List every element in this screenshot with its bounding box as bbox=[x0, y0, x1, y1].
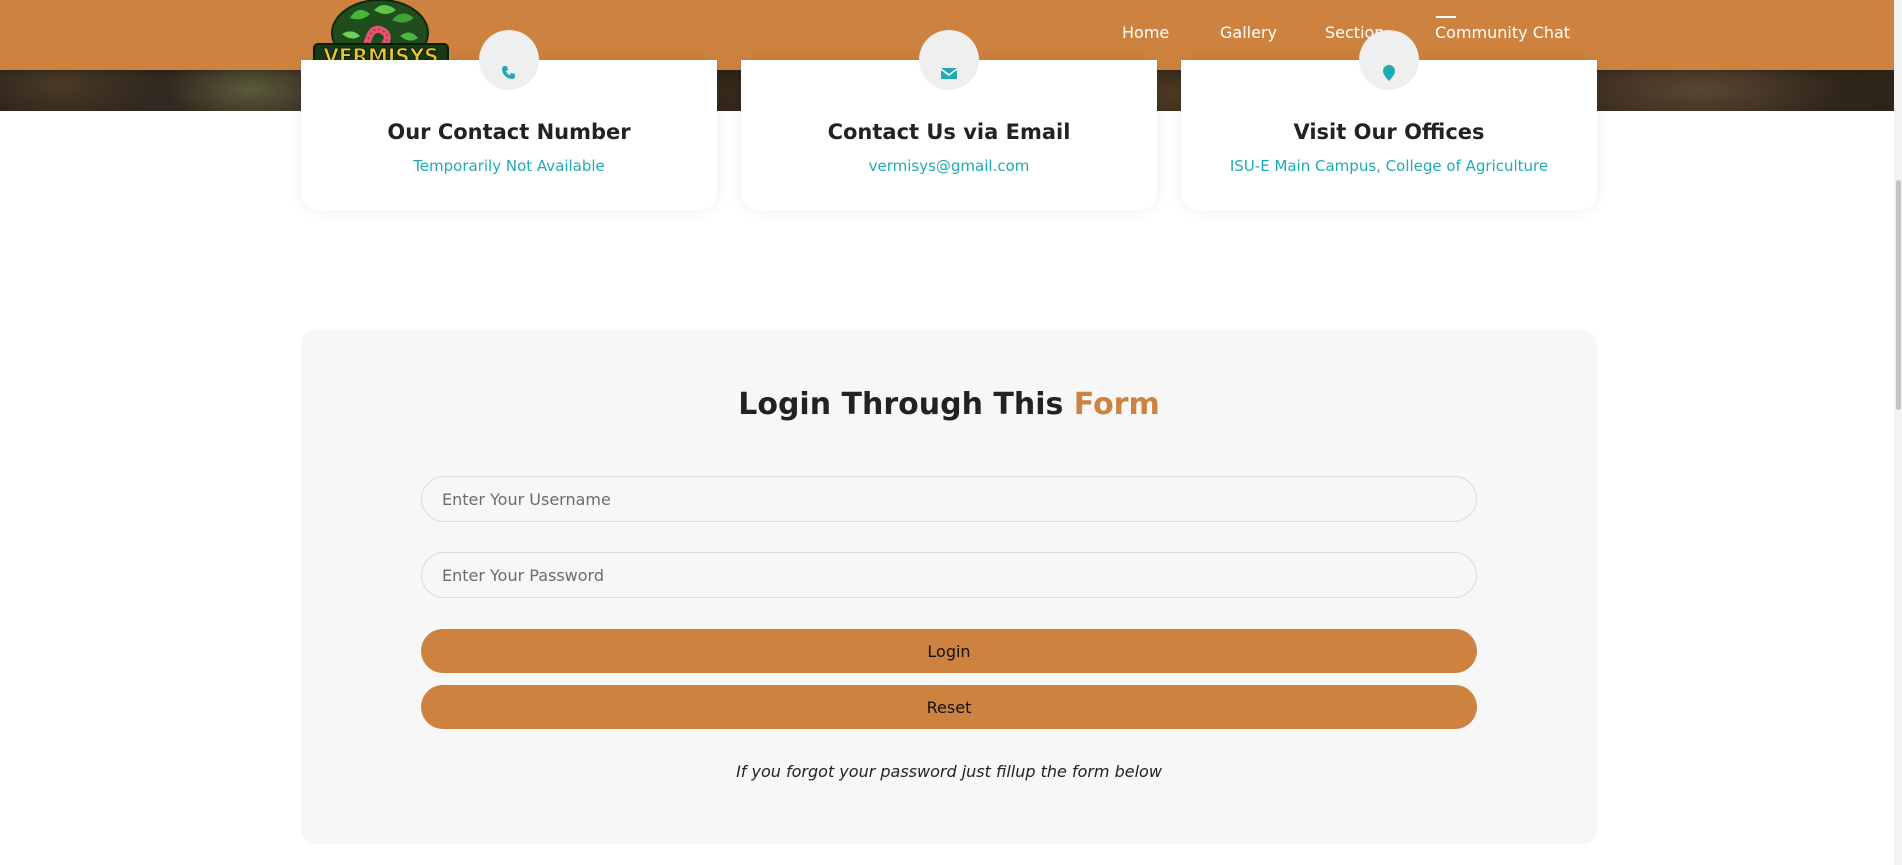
nav-gallery-link[interactable]: Gallery bbox=[1220, 23, 1277, 42]
page-scrollbar[interactable] bbox=[1894, 0, 1902, 865]
card-title: Visit Our Offices bbox=[1293, 120, 1485, 144]
password-input[interactable] bbox=[421, 552, 1477, 598]
nav-home-link[interactable]: Home bbox=[1122, 23, 1169, 42]
title-main: Login Through This bbox=[738, 387, 1064, 422]
card-text: ISU-E Main Campus, College of Agricultur… bbox=[1229, 157, 1549, 175]
envelope-icon bbox=[919, 30, 979, 90]
reset-button[interactable]: Reset bbox=[421, 685, 1477, 729]
active-nav-indicator bbox=[1436, 16, 1456, 18]
card-email-link[interactable]: vermisys@gmail.com bbox=[741, 157, 1157, 175]
contact-card-phone: Our Contact Number Temporarily Not Avail… bbox=[301, 30, 717, 210]
username-input[interactable] bbox=[421, 476, 1477, 522]
phone-icon bbox=[479, 30, 539, 90]
contact-card-office: Visit Our Offices ISU-E Main Campus, Col… bbox=[1181, 30, 1597, 210]
login-form-title: Login Through This Form bbox=[301, 387, 1597, 422]
card-text: Temporarily Not Available bbox=[413, 157, 605, 175]
map-pin-icon bbox=[1359, 30, 1419, 90]
login-form-section: Login Through This Form Login Reset If y… bbox=[301, 330, 1597, 844]
forgot-password-text: If you forgot your password just fillup … bbox=[736, 762, 1162, 781]
contact-card-email: Contact Us via Email vermisys@gmail.com bbox=[741, 30, 1157, 210]
card-title: Contact Us via Email bbox=[827, 120, 1071, 144]
card-title: Our Contact Number bbox=[387, 120, 631, 144]
nav-community-chat-link[interactable]: Community Chat bbox=[1435, 23, 1570, 42]
login-button[interactable]: Login bbox=[421, 629, 1477, 673]
scrollbar-thumb[interactable] bbox=[1896, 180, 1901, 410]
title-accent: Form bbox=[1073, 387, 1160, 422]
